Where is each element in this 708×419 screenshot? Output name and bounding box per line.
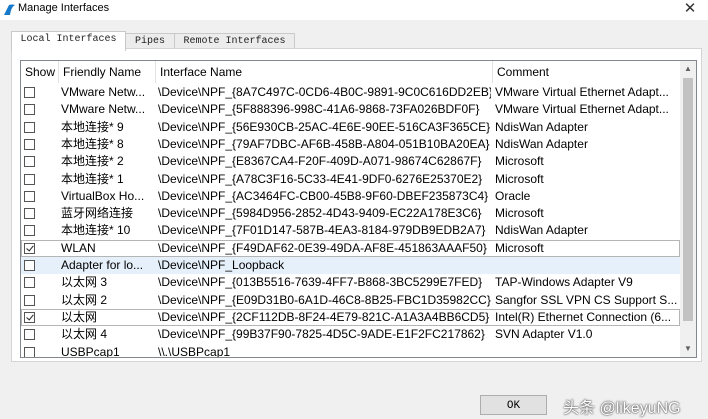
show-checkbox[interactable] <box>24 346 35 357</box>
column-header-friendly-name[interactable]: Friendly Name <box>59 61 156 83</box>
friendly-name-cell: 以太网 3 <box>61 275 108 290</box>
table-row[interactable]: WLAN \Device\NPF_{F49DAF62-0E39-49DA-AF8E… <box>21 239 680 257</box>
show-checkbox[interactable] <box>24 329 35 341</box>
title-bar: Manage Interfaces ✕ <box>0 0 708 20</box>
show-checkbox[interactable] <box>24 208 35 220</box>
show-checkbox[interactable] <box>24 225 35 237</box>
friendly-name-cell: 本地连接* 10 <box>61 223 131 238</box>
window-title: Manage Interfaces <box>18 2 110 14</box>
comment-cell: Oracle <box>495 188 531 203</box>
friendly-name-cell: VMware Netw... <box>61 85 146 99</box>
comment-cell: Microsoft <box>495 171 544 186</box>
friendly-name-cell: 本地连接* 9 <box>61 119 124 134</box>
scroll-up-arrow-icon[interactable]: ▲ <box>680 61 696 77</box>
column-header-comment[interactable]: Comment <box>493 61 680 83</box>
comment-cell: NdisWan Adapter <box>495 223 588 238</box>
comment-cell <box>495 344 678 358</box>
show-checkbox[interactable] <box>24 311 35 323</box>
column-header-interface-name[interactable]: Interface Name <box>156 61 493 83</box>
table-row[interactable]: 本地连接* 1 \Device\NPF_{A78C3F16-5C33-4E41-9… <box>21 171 680 188</box>
interface-name-cell: \Device\NPF_{5984D956-2852-4D43-9409-EC2… <box>158 206 482 221</box>
table-row[interactable]: 以太网 \Device\NPF_{2CF112DB-8F24-4E79-821C-… <box>21 308 680 327</box>
friendly-name-cell: 以太网 4 <box>61 327 108 342</box>
comment-cell: Microsoft <box>495 240 544 255</box>
table-row[interactable]: 本地连接* 2 \Device\NPF_{E8367CA4-F20F-409D-A… <box>21 153 680 170</box>
table-row[interactable]: 以太网 2 \Device\NPF_{E09D31B0-6A1D-46C8-8B2… <box>21 292 680 309</box>
interface-name-cell: \Device\NPF_{56E930CB-25AC-4E6E-90EE-516… <box>158 119 491 134</box>
friendly-name-cell: 以太网 2 <box>61 292 108 307</box>
interface-name-cell: \Device\NPF_{7F01D147-587B-4EA3-8184-979… <box>158 223 486 238</box>
friendly-name-cell: Adapter for lo... <box>61 258 144 272</box>
show-checkbox[interactable] <box>24 277 35 289</box>
table-row[interactable]: VirtualBox Ho... \Device\NPF_{AC3464FC-CB… <box>21 188 680 205</box>
show-checkbox[interactable] <box>24 294 35 306</box>
interface-name-cell: \Device\NPF_{2CF112DB-8F24-4E79-821C-A1A… <box>158 309 490 324</box>
table-row[interactable]: 以太网 4 \Device\NPF_{99B37F90-7825-4D5C-9AD… <box>21 326 680 343</box>
interface-name-cell: \Device\NPF_{99B37F90-7825-4D5C-9ADE-E1F… <box>158 327 485 342</box>
watermark: 头条 @likeyuNG <box>563 400 681 417</box>
friendly-name-cell: WLAN <box>61 240 96 255</box>
column-header-show[interactable]: Show <box>21 61 59 83</box>
friendly-name-cell: 本地连接* 8 <box>61 136 124 151</box>
friendly-name-cell: 蓝牙网络连接 <box>61 206 134 221</box>
interface-name-cell: \Device\NPF_{79AF7DBC-AF6B-458B-A804-051… <box>158 136 490 151</box>
interface-name-cell: \Device\NPF_{8A7C497C-0CD6-4B0C-9891-9C0… <box>158 85 491 99</box>
table-row[interactable]: 本地连接* 8 \Device\NPF_{79AF7DBC-AF6B-458B-A… <box>21 136 680 153</box>
show-checkbox[interactable] <box>24 260 35 271</box>
comment-cell: Microsoft <box>495 154 544 169</box>
interface-name-cell: \Device\NPF_{013B5516-7639-4FF7-B868-3BC… <box>158 275 483 290</box>
comment-cell: SVN Adapter V1.0 <box>495 327 593 342</box>
comment-cell: Intel(R) Ethernet Connection (6... <box>495 309 672 324</box>
table-header: Show Friendly Name Interface Name Commen… <box>21 61 680 83</box>
show-checkbox[interactable] <box>24 121 35 133</box>
interface-name-cell: \Device\NPF_{F49DAF62-0E39-49DA-AF8E-451… <box>158 240 487 255</box>
comment-cell: VMware Virtual Ethernet Adapt... <box>495 102 669 117</box>
interface-name-cell: \Device\NPF_{E09D31B0-6A1D-46C8-8B25-FBC… <box>158 292 491 307</box>
table-row[interactable]: USBPcap1 \\.\USBPcap1 <box>21 344 680 358</box>
close-button[interactable]: ✕ <box>672 0 708 20</box>
friendly-name-cell: VirtualBox Ho... <box>61 188 145 203</box>
interface-name-cell: \Device\NPF_{E8367CA4-F20F-409D-A071-986… <box>158 154 482 169</box>
show-checkbox[interactable] <box>24 87 35 98</box>
show-checkbox[interactable] <box>24 138 35 150</box>
comment-cell: TAP-Windows Adapter V9 <box>495 275 633 290</box>
show-checkbox[interactable] <box>24 190 35 202</box>
table-row[interactable]: VMware Netw... \Device\NPF_{8A7C497C-0CD6… <box>21 84 680 101</box>
comment-cell: NdisWan Adapter <box>495 136 588 151</box>
comment-cell: NdisWan Adapter <box>495 119 588 134</box>
friendly-name-cell: 本地连接* 2 <box>61 154 124 169</box>
interface-name-cell: \Device\NPF_{AC3464FC-CB00-45B8-9F60-DBE… <box>158 188 489 203</box>
ok-button[interactable]: OK <box>480 395 547 415</box>
interface-name-cell: \Device\NPF_{A78C3F16-5C33-4E41-9DF0-627… <box>158 171 483 186</box>
interface-name-cell: \\.\USBPcap1 <box>158 344 231 358</box>
scrollbar-thumb[interactable] <box>683 78 693 321</box>
show-checkbox[interactable] <box>24 104 35 116</box>
table-row[interactable]: 蓝牙网络连接 \Device\NPF_{5984D956-2852-4D43-94… <box>21 205 680 222</box>
table-row[interactable]: 以太网 3 \Device\NPF_{013B5516-7639-4FF7-B86… <box>21 274 680 291</box>
wireshark-fin-icon <box>4 4 15 15</box>
scroll-down-arrow-icon[interactable]: ▼ <box>680 341 696 357</box>
friendly-name-cell: 以太网 <box>61 309 98 324</box>
friendly-name-cell: USBPcap1 <box>61 344 120 358</box>
interface-name-cell: \Device\NPF_Loopback <box>158 258 285 272</box>
comment-cell <box>495 257 678 274</box>
interfaces-table: Show Friendly Name Interface Name Commen… <box>20 60 697 358</box>
show-checkbox[interactable] <box>24 173 35 185</box>
table-row[interactable]: Adapter for lo... \Device\NPF_Loopback <box>21 257 680 275</box>
table-row[interactable]: VMware Netw... \Device\NPF_{5F888396-998C… <box>21 101 680 118</box>
show-checkbox[interactable] <box>24 242 35 254</box>
show-checkbox[interactable] <box>24 156 35 168</box>
tab-local-interfaces[interactable]: Local Interfaces <box>11 31 126 51</box>
vertical-scrollbar[interactable]: ▲ ▼ <box>680 61 696 357</box>
friendly-name-cell: 本地连接* 1 <box>61 171 124 186</box>
comment-cell: Sangfor SSL VPN CS Support S... <box>495 292 678 307</box>
interface-name-cell: \Device\NPF_{5F888396-998C-41A6-9868-73F… <box>158 102 480 117</box>
table-row[interactable]: 本地连接* 9 \Device\NPF_{56E930CB-25AC-4E6E-9… <box>21 119 680 136</box>
comment-cell: Microsoft <box>495 206 544 221</box>
comment-cell: VMware Virtual Ethernet Adapt... <box>495 85 669 99</box>
friendly-name-cell: VMware Netw... <box>61 102 146 117</box>
table-row[interactable]: 本地连接* 10 \Device\NPF_{7F01D147-587B-4EA3-… <box>21 222 680 239</box>
